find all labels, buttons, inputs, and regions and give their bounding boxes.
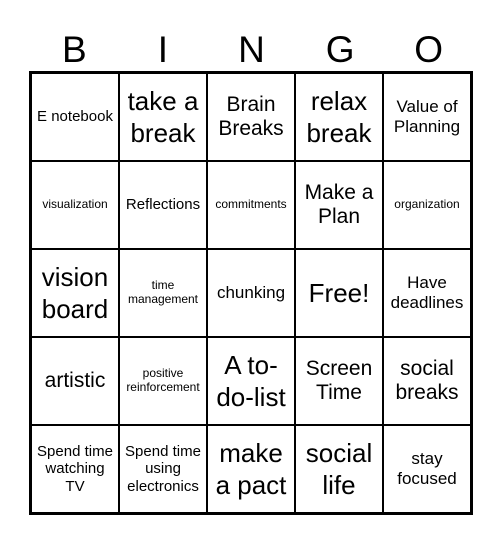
bingo-cell[interactable]: chunking (207, 249, 295, 337)
header-letter-g: G (325, 29, 355, 70)
cell-label: Value of Planning (393, 97, 461, 136)
cell-label: E notebook (37, 108, 113, 126)
bingo-cell[interactable]: Free! (295, 249, 383, 337)
bingo-cell[interactable]: relax break (295, 73, 383, 161)
bingo-cell[interactable]: social life (295, 425, 383, 513)
cell-label: Screen Time (305, 356, 373, 404)
cell-label: Make a Plan (304, 180, 374, 228)
cell-label: Have deadlines (390, 273, 464, 312)
cell-label: Spend time using electronics (125, 443, 201, 495)
bingo-cell[interactable]: stay focused (383, 425, 471, 513)
cell-label: make a pact (215, 437, 287, 501)
bingo-cell[interactable]: positive reinforcement (119, 337, 207, 425)
header-letter-n: N (238, 29, 265, 70)
bingo-cell[interactable]: E notebook (31, 73, 119, 161)
cell-label: Brain Breaks (218, 92, 284, 140)
bingo-grid: E notebook take a break Brain Breaks relax … (29, 71, 473, 515)
cell-label: relax break (306, 85, 372, 149)
cell-label: vision board (41, 261, 109, 325)
cell-label: time management (127, 278, 199, 306)
header-letter-i: I (157, 29, 169, 70)
bingo-cell[interactable]: commitments (207, 161, 295, 249)
cell-label: social breaks (395, 356, 459, 404)
bingo-cell[interactable]: make a pact (207, 425, 295, 513)
header-letter-o: O (414, 29, 444, 70)
bingo-cell[interactable]: organization (383, 161, 471, 249)
bingo-cell[interactable]: Brain Breaks (207, 73, 295, 161)
bingo-cell[interactable]: visualization (31, 161, 119, 249)
header-letter-b: B (61, 29, 87, 70)
cell-label: visualization (42, 197, 108, 212)
bingo-cell[interactable]: Value of Planning (383, 73, 471, 161)
cell-label: social life (305, 437, 373, 501)
bingo-cell[interactable]: social breaks (383, 337, 471, 425)
cell-label: positive reinforcement (126, 366, 200, 394)
bingo-cell[interactable]: vision board (31, 249, 119, 337)
bingo-cell[interactable]: Reflections (119, 161, 207, 249)
cell-label: stay focused (397, 449, 457, 488)
bingo-cell[interactable]: take a break (119, 73, 207, 161)
bingo-cell[interactable]: Screen Time (295, 337, 383, 425)
cell-label: take a break (127, 85, 199, 149)
bingo-cell[interactable]: time management (119, 249, 207, 337)
bingo-cell[interactable]: artistic (31, 337, 119, 425)
bingo-cell[interactable]: A to-do-list (207, 337, 295, 425)
bingo-cell[interactable]: Spend time using electronics (119, 425, 207, 513)
cell-label: Spend time watching TV (37, 443, 113, 495)
cell-label: Free! (308, 277, 370, 308)
bingo-header: B I N G O (30, 28, 473, 72)
bingo-cell[interactable]: Spend time watching TV (31, 425, 119, 513)
bingo-cell[interactable]: Make a Plan (295, 161, 383, 249)
cell-label: commitments (215, 197, 287, 212)
cell-label: chunking (216, 283, 286, 303)
cell-label: organization (394, 197, 460, 212)
bingo-cell[interactable]: Have deadlines (383, 249, 471, 337)
cell-label: Reflections (125, 196, 201, 214)
cell-label: A to-do-list (216, 349, 286, 413)
cell-label: artistic (44, 368, 106, 392)
